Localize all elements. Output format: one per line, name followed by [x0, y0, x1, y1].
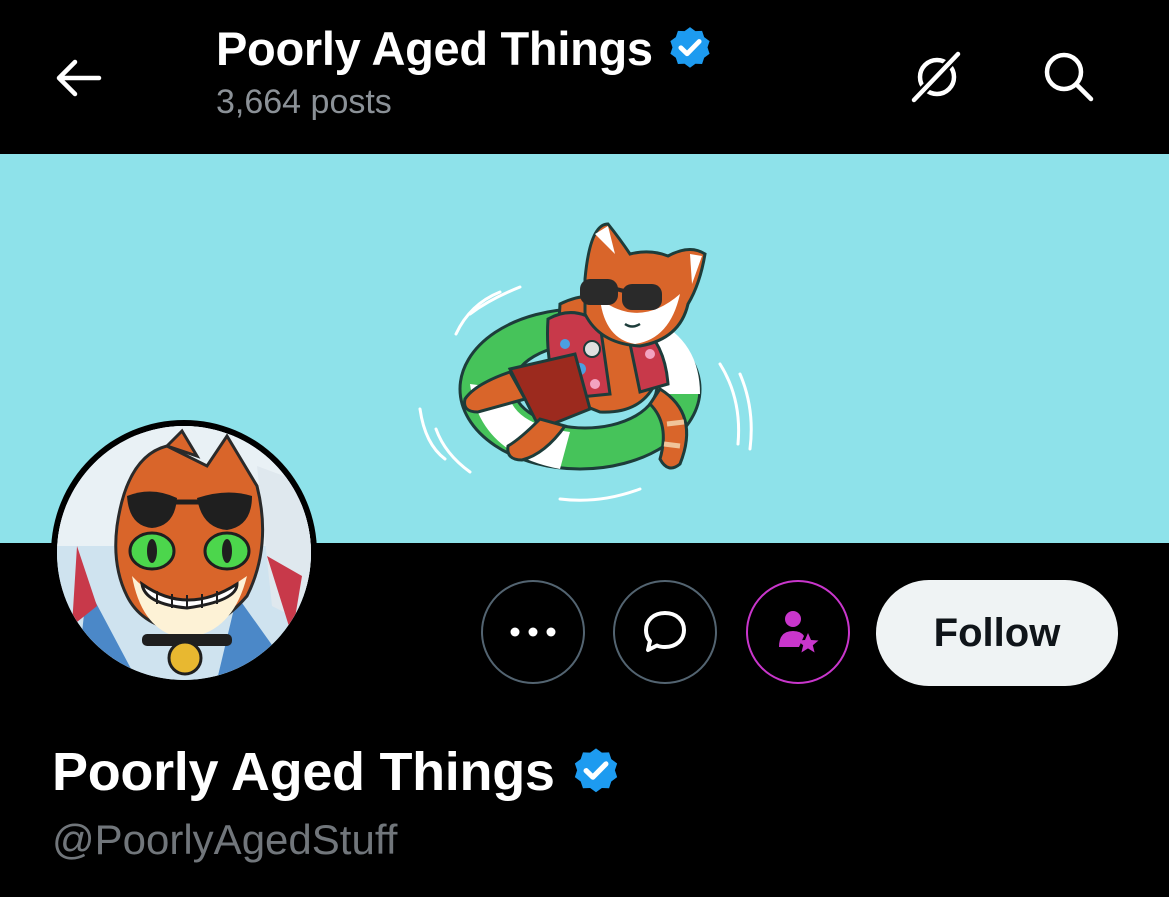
subscribe-button[interactable]	[746, 580, 850, 684]
search-button[interactable]	[1036, 44, 1100, 108]
grok-button[interactable]	[904, 44, 968, 108]
avatar-illustration	[57, 426, 311, 680]
page-title: Poorly Aged Things	[216, 22, 653, 75]
more-options-button[interactable]	[481, 580, 585, 684]
back-button[interactable]	[46, 46, 110, 110]
message-bubble-icon	[644, 611, 686, 652]
subscribe-person-star-icon	[779, 611, 819, 653]
message-button[interactable]	[613, 580, 717, 684]
header-title-block: Poorly Aged Things 3,664 posts	[216, 20, 715, 122]
arrow-left-icon	[56, 59, 102, 97]
top-bar: Poorly Aged Things 3,664 posts	[0, 0, 1169, 154]
grok-slash-icon	[909, 49, 963, 105]
search-icon	[1044, 52, 1094, 102]
profile-name-row: Poorly Aged Things	[52, 740, 623, 804]
more-dots-icon	[510, 627, 556, 637]
verified-badge-icon[interactable]	[569, 745, 623, 799]
post-count: 3,664 posts	[216, 83, 392, 121]
profile-display-name: Poorly Aged Things	[52, 742, 555, 802]
verified-badge-icon	[670, 27, 710, 68]
profile-avatar[interactable]	[51, 420, 317, 686]
profile-handle: @PoorlyAgedStuff	[52, 816, 398, 863]
avatar-image	[57, 426, 311, 680]
follow-button[interactable]: Follow	[876, 580, 1118, 686]
header-title-row: Poorly Aged Things	[216, 20, 715, 78]
